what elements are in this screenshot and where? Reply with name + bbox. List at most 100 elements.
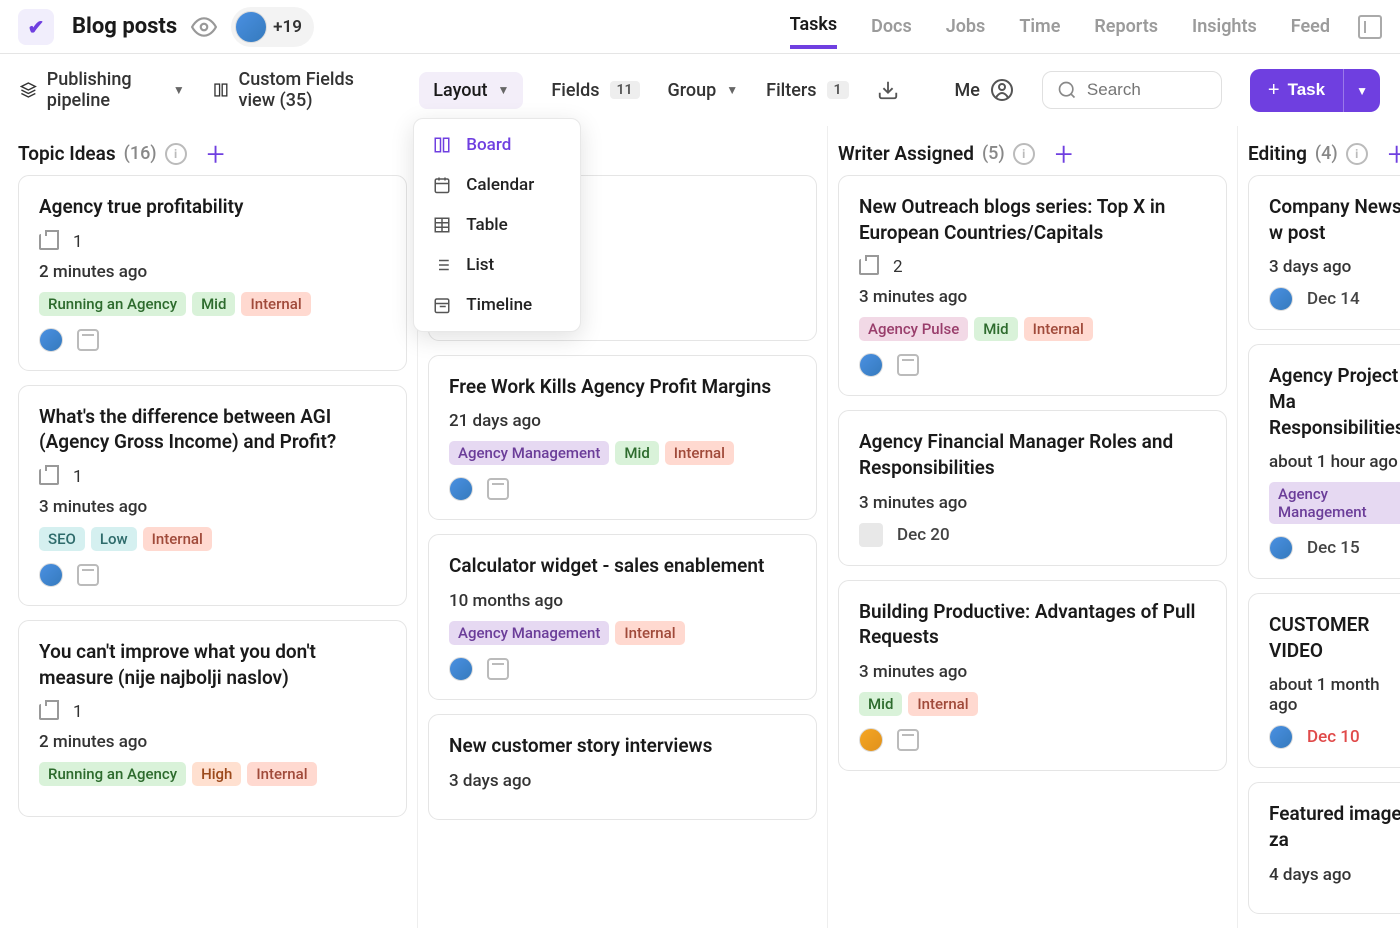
task-card[interactable]: Free Work Kills Agency Profit Margins21 … bbox=[428, 355, 817, 521]
nav-feed[interactable]: Feed bbox=[1291, 16, 1330, 47]
assignee-avatar[interactable] bbox=[1269, 536, 1293, 560]
app-logo[interactable]: ✔ bbox=[18, 9, 54, 45]
visibility-icon[interactable] bbox=[191, 14, 217, 40]
tag[interactable]: Internal bbox=[1024, 317, 1093, 341]
tag[interactable]: SEO bbox=[39, 527, 85, 551]
assignee-avatar[interactable] bbox=[1269, 287, 1293, 311]
search-icon bbox=[1057, 80, 1077, 100]
me-filter[interactable]: Me bbox=[955, 78, 1014, 102]
nav-jobs[interactable]: Jobs bbox=[946, 16, 986, 47]
tag[interactable]: Agency Management bbox=[449, 441, 609, 465]
assignee-avatar[interactable] bbox=[1269, 725, 1293, 749]
group-button[interactable]: Group ▼ bbox=[668, 80, 739, 101]
fields-button[interactable]: Fields 11 bbox=[551, 80, 639, 101]
layout-option-calendar[interactable]: Calendar bbox=[414, 165, 580, 205]
layout-option-board[interactable]: Board bbox=[414, 125, 580, 165]
tag[interactable]: Low bbox=[91, 527, 137, 551]
plus-icon: + bbox=[1268, 79, 1280, 102]
due-date-icon[interactable] bbox=[897, 354, 919, 376]
tag[interactable]: Running an Agency bbox=[39, 292, 186, 316]
tag[interactable]: Agency Management bbox=[449, 621, 609, 645]
chevron-down-icon: ▼ bbox=[498, 83, 510, 97]
tag[interactable]: Internal bbox=[247, 762, 316, 786]
tag[interactable]: Internal bbox=[908, 692, 977, 716]
tag[interactable]: Agency Management bbox=[1269, 482, 1400, 524]
task-card[interactable]: CUSTOMER VIDEOabout 1 month agoDec 10 bbox=[1248, 593, 1400, 768]
nav-reports[interactable]: Reports bbox=[1094, 16, 1158, 47]
info-icon[interactable]: i bbox=[165, 143, 187, 165]
due-date-icon[interactable] bbox=[77, 564, 99, 586]
search-input[interactable] bbox=[1087, 80, 1207, 100]
tag[interactable]: Mid bbox=[859, 692, 902, 716]
tag[interactable]: High bbox=[192, 762, 241, 786]
task-card[interactable]: Featured image za4 days ago bbox=[1248, 782, 1400, 913]
tag[interactable]: Internal bbox=[241, 292, 310, 316]
task-card[interactable]: Company News: w post3 days agoDec 14 bbox=[1248, 175, 1400, 330]
nav-insights[interactable]: Insights bbox=[1192, 16, 1257, 47]
assignee-avatar[interactable] bbox=[859, 728, 883, 752]
due-date-icon[interactable] bbox=[897, 729, 919, 751]
tag[interactable]: Running an Agency bbox=[39, 762, 186, 786]
due-date-icon[interactable] bbox=[77, 329, 99, 351]
info-icon[interactable]: i bbox=[1013, 143, 1035, 165]
card-tags: Agency PulseMid Internal bbox=[859, 317, 1206, 341]
download-button[interactable] bbox=[877, 79, 899, 101]
layout-selector[interactable]: Layout ▼ BoardCalendarTableListTimeline bbox=[419, 72, 523, 109]
task-card[interactable]: Agency Financial Manager Roles and Respo… bbox=[838, 410, 1227, 565]
layers-icon bbox=[20, 79, 37, 101]
pipeline-selector[interactable]: Publishing pipeline ▼ bbox=[20, 69, 185, 111]
filters-button[interactable]: Filters 1 bbox=[766, 80, 848, 101]
tag[interactable]: Internal bbox=[143, 527, 212, 551]
assignee-avatar[interactable] bbox=[39, 328, 63, 352]
card-title: CUSTOMER VIDEO bbox=[1269, 612, 1400, 663]
add-card-button[interactable]: + bbox=[207, 146, 225, 162]
assignee-avatar[interactable] bbox=[859, 353, 883, 377]
tag[interactable]: Mid bbox=[974, 317, 1017, 341]
due-date-icon[interactable] bbox=[487, 658, 509, 680]
due-date: Dec 10 bbox=[1307, 727, 1360, 747]
assignee-avatar[interactable] bbox=[449, 657, 473, 681]
card-title: New Outreach blogs series: Top X in Euro… bbox=[859, 194, 1206, 245]
layout-option-timeline[interactable]: Timeline bbox=[414, 285, 580, 325]
subtask-icon bbox=[39, 469, 59, 485]
task-card[interactable]: Building Productive: Advantages of Pull … bbox=[838, 580, 1227, 771]
info-icon[interactable]: i bbox=[1346, 143, 1368, 165]
layout-option-table[interactable]: Table bbox=[414, 205, 580, 245]
avatar bbox=[235, 11, 267, 43]
nav-docs[interactable]: Docs bbox=[871, 16, 912, 47]
assignee-placeholder[interactable] bbox=[859, 523, 883, 547]
task-card[interactable]: New Outreach blogs series: Top X in Euro… bbox=[838, 175, 1227, 396]
task-card[interactable]: Calculator widget - sales enablement10 m… bbox=[428, 534, 817, 700]
members-pill[interactable]: +19 bbox=[231, 7, 314, 47]
chevron-down-icon: ▼ bbox=[1356, 84, 1368, 98]
card-tags: Running an AgencyMidInternal bbox=[39, 292, 386, 316]
task-card[interactable]: Agency true profitability12 minutes agoR… bbox=[18, 175, 407, 371]
assignee-avatar[interactable] bbox=[449, 477, 473, 501]
task-card[interactable]: Agency Project Ma Responsibilitiesabout … bbox=[1248, 344, 1400, 579]
card-title: Agency true profitability bbox=[39, 194, 386, 220]
tag[interactable]: Mid bbox=[192, 292, 235, 316]
tag[interactable]: Agency Pulse bbox=[859, 317, 968, 341]
task-card[interactable]: You can't improve what you don't measure… bbox=[18, 620, 407, 817]
column-header: Writer Assigned(5)i+ bbox=[838, 126, 1227, 175]
view-selector[interactable]: Custom Fields view (35) bbox=[213, 69, 392, 111]
add-card-button[interactable]: + bbox=[1055, 146, 1073, 162]
create-task-button[interactable]: + Task bbox=[1250, 69, 1343, 112]
check-icon: ✔ bbox=[28, 15, 45, 39]
tag[interactable]: Mid bbox=[615, 441, 658, 465]
create-task-options[interactable]: ▼ bbox=[1343, 69, 1380, 112]
assignee-avatar[interactable] bbox=[39, 563, 63, 587]
add-card-button[interactable]: + bbox=[1388, 146, 1400, 162]
due-date-icon[interactable] bbox=[487, 478, 509, 500]
nav-tasks[interactable]: Tasks bbox=[790, 14, 838, 49]
tag[interactable]: Internal bbox=[665, 441, 734, 465]
members-count: +19 bbox=[273, 17, 302, 37]
nav-time[interactable]: Time bbox=[1019, 16, 1060, 47]
side-panel-icon[interactable] bbox=[1358, 15, 1382, 39]
tag[interactable]: Internal bbox=[615, 621, 684, 645]
task-card[interactable]: What's the difference between AGI (Agenc… bbox=[18, 385, 407, 606]
layout-option-list[interactable]: List bbox=[414, 245, 580, 285]
card-timestamp: 4 days ago bbox=[1269, 865, 1400, 885]
search-box[interactable] bbox=[1042, 71, 1222, 109]
task-card[interactable]: New customer story interviews3 days ago bbox=[428, 714, 817, 820]
